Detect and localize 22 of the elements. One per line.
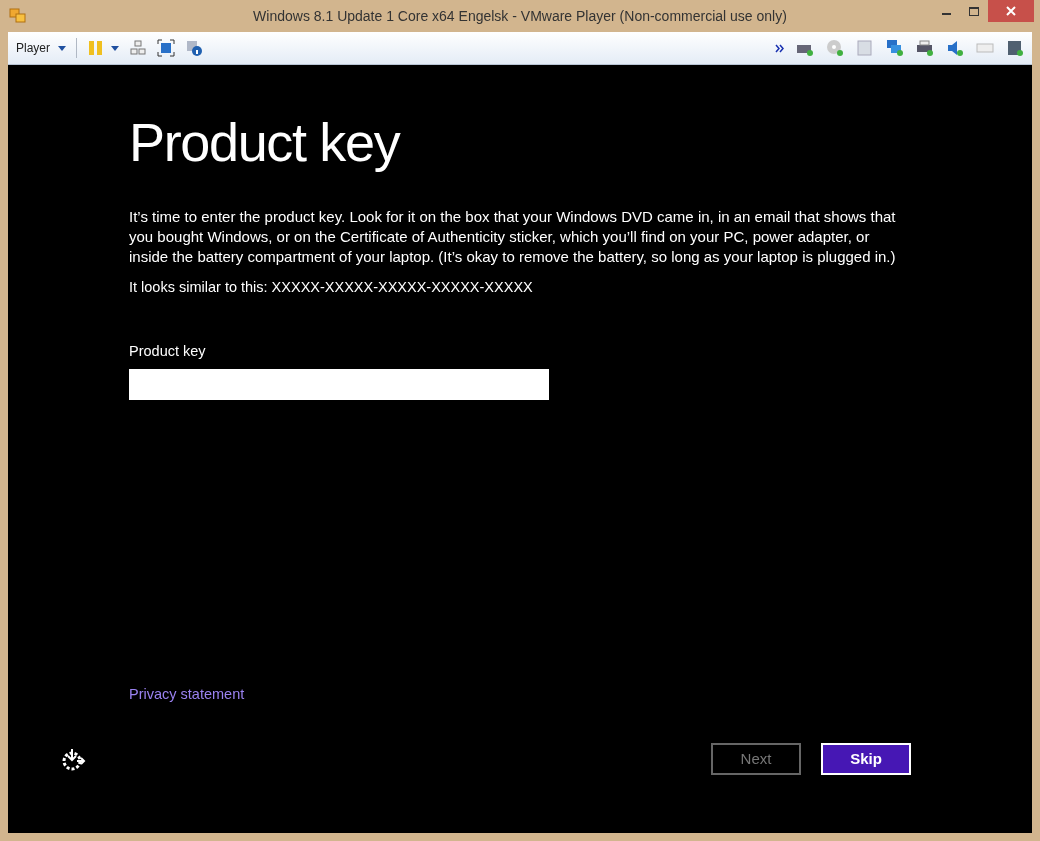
close-button[interactable] <box>988 0 1034 22</box>
double-chevron-icon[interactable] <box>775 43 784 53</box>
printer-icon[interactable] <box>916 39 934 57</box>
window-title: Windows 8.1 Update 1 Core x64 Engelsk - VMware Player (Non-commercial use only) <box>252 6 788 26</box>
network-icon[interactable] <box>886 39 904 57</box>
field-label: Product key <box>129 341 207 361</box>
description-text: It’s time to enter the product key. Look for it on the box that your Windows DVD came in, in an email that shows that you bought Windows, or on the Certificate of Authenticity sticker, which you’ll find on your PC, power adapter, or inside the battery compartment of your laptop. (It’s okay to remove the battery, so long as your laptop is plugged in.) <box>129 207 897 267</box>
speaker-icon[interactable] <box>946 39 964 57</box>
key-format-text: It looks similar to this: XXXXX-XXXXX-XXXXX-XXXXX-XXXXX <box>129 278 534 297</box>
caret-icon <box>58 45 66 51</box>
close-icon <box>1006 6 1016 16</box>
disc-icon[interactable] <box>826 39 844 57</box>
accessibility-icon[interactable] <box>60 746 86 773</box>
privacy-link[interactable]: Privacy statement <box>129 683 245 706</box>
fullscreen-icon[interactable] <box>157 39 175 57</box>
primary-button[interactable]: Skip <box>821 743 911 776</box>
app-logo-icon <box>9 8 27 24</box>
product-key-field[interactable] <box>129 368 549 400</box>
keys-icon[interactable] <box>129 39 147 57</box>
info-icon[interactable] <box>185 39 203 57</box>
player-menu-button[interactable]: Player <box>16 39 66 57</box>
caret-icon[interactable] <box>111 45 119 51</box>
